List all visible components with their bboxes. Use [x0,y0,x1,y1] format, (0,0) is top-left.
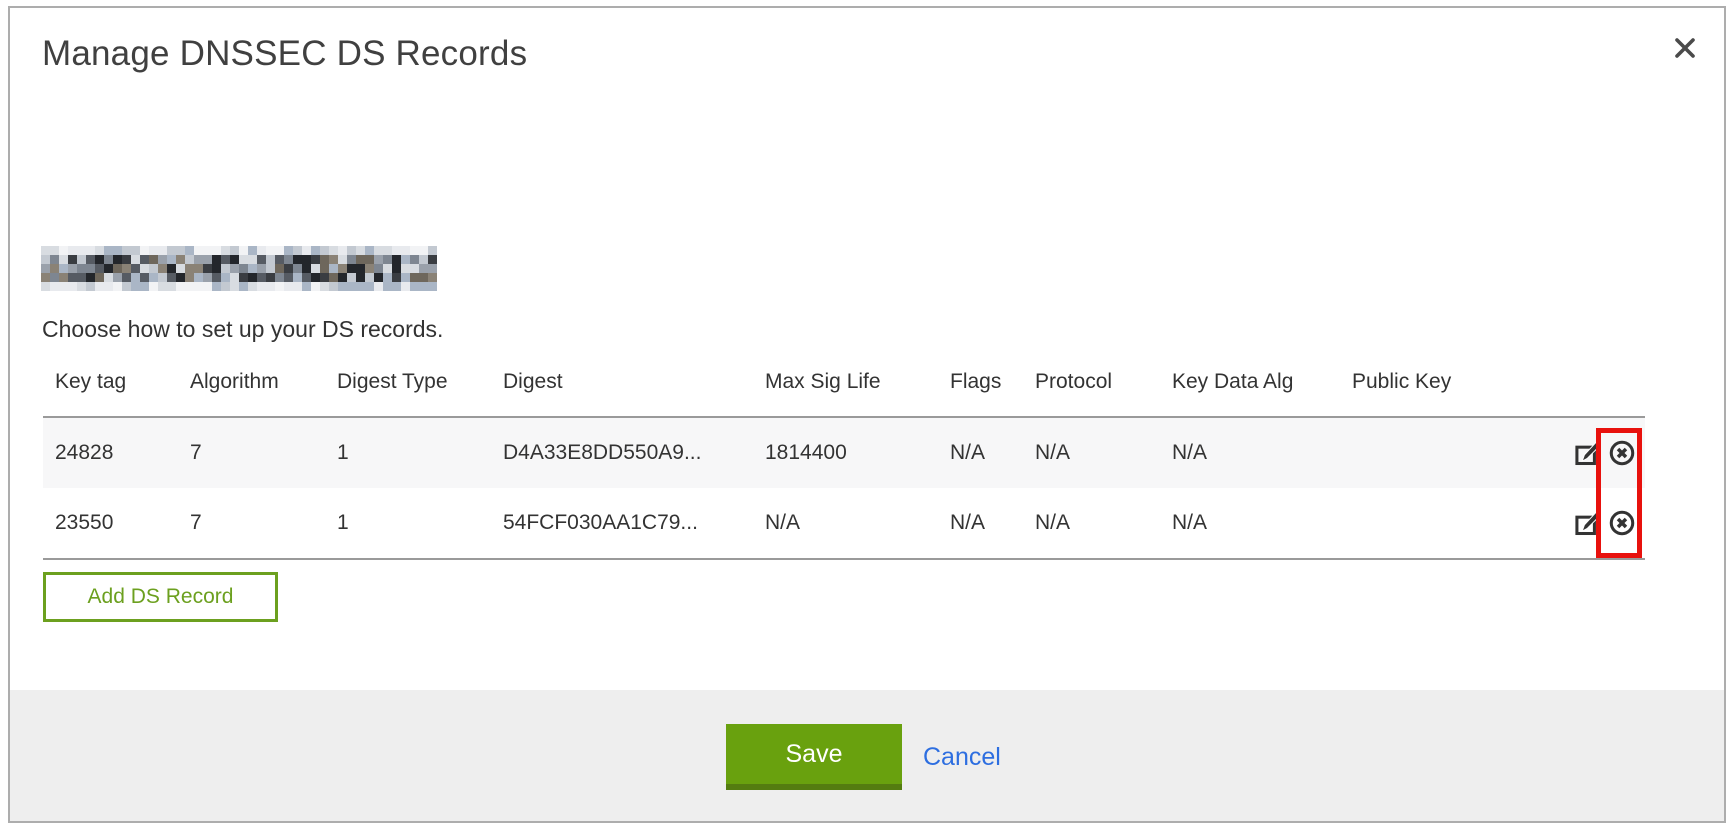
cell-flags: N/A [950,511,1035,535]
close-icon[interactable] [1668,32,1702,66]
cell-max-sig-life: 1814400 [765,441,950,465]
save-button[interactable]: Save [726,724,902,790]
cell-key-data-alg: N/A [1172,511,1352,535]
cell-key-tag: 24828 [55,441,190,465]
column-header-public-key: Public Key [1352,370,1559,394]
column-header-key-tag: Key tag [55,370,190,394]
cell-digest-type: 1 [337,511,503,535]
column-header-max-sig-life: Max Sig Life [765,370,950,394]
column-header-flags: Flags [950,370,1035,394]
manage-dnssec-ds-records-dialog: Manage DNSSEC DS Records Choose how to s… [8,6,1726,823]
edit-icon[interactable] [1573,438,1603,468]
column-header-digest-type: Digest Type [337,370,503,394]
cell-flags: N/A [950,441,1035,465]
cell-max-sig-life: N/A [765,511,950,535]
add-ds-record-button[interactable]: Add DS Record [43,572,278,622]
delete-x-icon[interactable] [1607,508,1637,538]
cell-digest: D4A33E8DD550A9... [503,441,765,465]
cell-protocol: N/A [1035,511,1172,535]
dialog-footer: Save Cancel [10,690,1724,821]
delete-x-icon[interactable] [1607,438,1637,468]
column-header-algorithm: Algorithm [190,370,337,394]
cell-digest: 54FCF030AA1C79... [503,511,765,535]
dialog-title: Manage DNSSEC DS Records [42,34,527,74]
dialog-subtitle: Choose how to set up your DS records. [42,316,443,343]
table-header-row: Key tag Algorithm Digest Type Digest Max… [43,370,1645,394]
cell-key-tag: 23550 [55,511,190,535]
cell-digest-type: 1 [337,441,503,465]
table-row: 24828 7 1 D4A33E8DD550A9... 1814400 N/A … [43,418,1645,488]
cell-algorithm: 7 [190,441,337,465]
column-header-digest: Digest [503,370,765,394]
cell-protocol: N/A [1035,441,1172,465]
table-body: 24828 7 1 D4A33E8DD550A9... 1814400 N/A … [43,416,1645,560]
edit-icon[interactable] [1573,508,1603,538]
column-header-key-data-alg: Key Data Alg [1172,370,1352,394]
cell-algorithm: 7 [190,511,337,535]
cancel-link[interactable]: Cancel [923,743,1001,772]
cell-key-data-alg: N/A [1172,441,1352,465]
ds-records-table: Key tag Algorithm Digest Type Digest Max… [43,370,1645,560]
table-row: 23550 7 1 54FCF030AA1C79... N/A N/A N/A … [43,488,1645,558]
redacted-domain-name [41,246,437,291]
column-header-protocol: Protocol [1035,370,1172,394]
